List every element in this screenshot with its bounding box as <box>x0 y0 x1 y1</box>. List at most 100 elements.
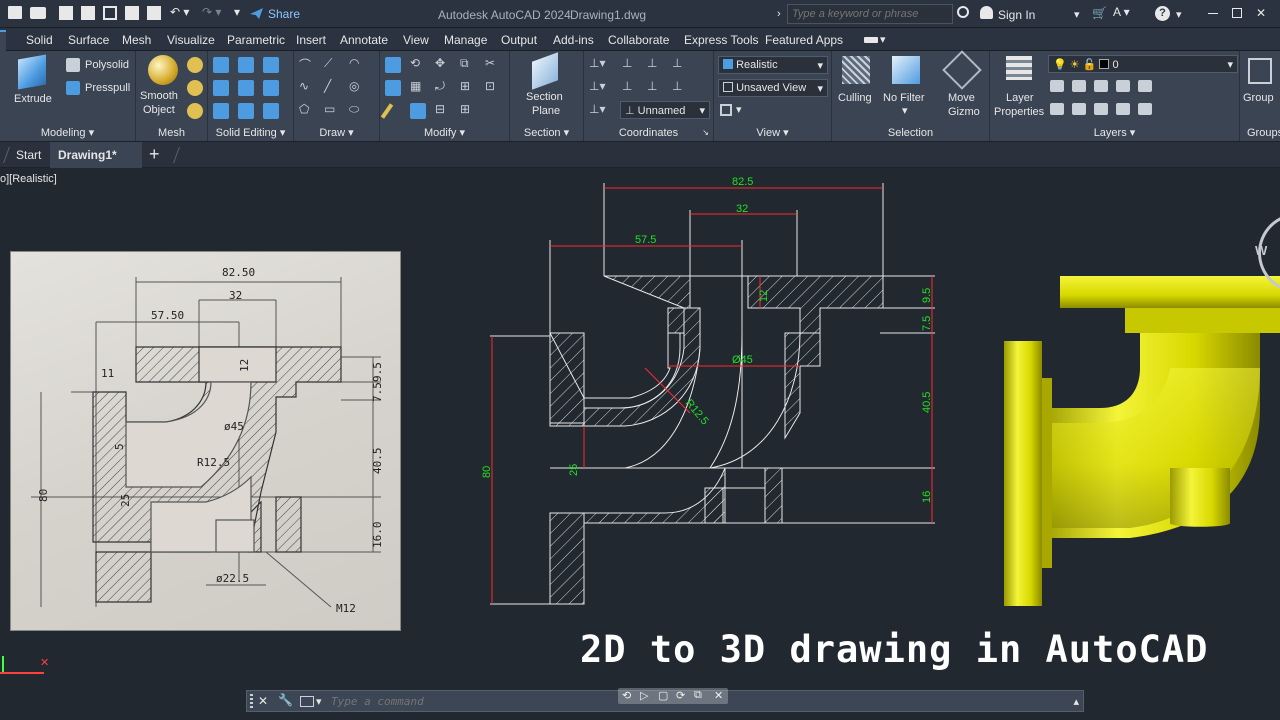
ucs-face-icon[interactable]: ⊥▾ <box>589 79 605 93</box>
mesh-crease-icon[interactable] <box>187 103 203 119</box>
arc-icon[interactable]: ◠ <box>349 56 359 70</box>
command-history-icon[interactable]: ▴ <box>1073 695 1079 708</box>
layer-dropdown[interactable]: 💡 ☀ 🔓 0 ▾ <box>1048 55 1238 73</box>
ucs-y-icon[interactable]: ⊥ <box>647 79 657 93</box>
fillet-icon[interactable]: ⤾ <box>435 79 445 94</box>
tab-parametric[interactable]: Parametric <box>227 33 285 47</box>
layer-freeze-icon[interactable] <box>1094 80 1108 92</box>
panel-layers-label[interactable]: Layers ▾ <box>990 126 1239 139</box>
save-web-icon[interactable] <box>125 6 139 20</box>
ucs-3point-icon[interactable]: ⊥▾ <box>589 102 605 116</box>
tab-annotate[interactable]: Annotate <box>340 33 388 47</box>
command-line-grip[interactable] <box>250 694 253 708</box>
ucs-x-icon[interactable]: ⊥ <box>622 79 632 93</box>
trim-icon[interactable]: ✂ <box>485 56 495 70</box>
move-3d-icon[interactable]: ✥ <box>435 56 445 70</box>
close-icon[interactable]: ✕ <box>1256 6 1266 20</box>
open-web-icon[interactable] <box>103 6 117 20</box>
culling-button[interactable]: Culling <box>836 54 878 106</box>
layer-thaw-all-icon[interactable] <box>1094 103 1108 115</box>
named-view-dropdown[interactable]: Unsaved View ▾ <box>718 79 828 97</box>
array-rect-icon[interactable]: ⊞ <box>460 102 470 116</box>
extrude-button[interactable]: Extrude <box>14 54 54 107</box>
layer-match-icon[interactable] <box>1138 80 1152 92</box>
help-dropdown-icon[interactable]: ▾ <box>1176 8 1182 21</box>
maximize-icon[interactable] <box>1232 8 1242 18</box>
panel-section-label[interactable]: Section ▾ <box>510 126 583 139</box>
plot-icon[interactable] <box>147 6 161 20</box>
drawing-area[interactable]: o][Realistic] 82.50 32 57.50 11 12 9.5 7… <box>0 168 1280 720</box>
tab-mesh[interactable]: Mesh <box>122 33 151 47</box>
panel-mesh-label[interactable]: Mesh <box>136 127 207 139</box>
mesh-refine-icon[interactable] <box>187 80 203 96</box>
tab-add-ins[interactable]: Add-ins <box>553 33 594 47</box>
viewcube-west-label[interactable]: W <box>1255 243 1267 258</box>
search-icon[interactable] <box>957 6 969 18</box>
mesh-smooth-more-icon[interactable] <box>187 57 203 73</box>
coordinates-dialog-launcher-icon[interactable]: ↘ <box>702 128 709 137</box>
tab-surface[interactable]: Surface <box>68 33 109 47</box>
tab-view[interactable]: View <box>403 33 429 47</box>
panel-solid-editing-label[interactable]: Solid Editing ▾ <box>208 126 293 139</box>
separate-icon[interactable] <box>263 103 279 119</box>
tab-featured-apps[interactable]: Featured Apps <box>765 33 843 47</box>
viewport-config-icon[interactable] <box>720 104 732 116</box>
array-icon[interactable]: ▦ <box>410 79 421 93</box>
ellipse-icon[interactable]: ⬭ <box>349 102 359 117</box>
presspull-button[interactable]: Presspull <box>85 82 130 94</box>
open-icon[interactable] <box>30 7 46 19</box>
cart-icon[interactable]: 🛒 <box>1092 6 1107 20</box>
panel-modeling-label[interactable]: Modeling ▾ <box>0 126 135 139</box>
stop-icon[interactable]: ▢ <box>658 689 668 702</box>
layer-properties-button[interactable]: Layer Properties <box>992 54 1046 118</box>
autodesk-app-icon[interactable]: A ▾ <box>1113 5 1130 19</box>
extract-edges-icon[interactable] <box>263 57 279 73</box>
tab-visualize[interactable]: Visualize <box>167 33 215 47</box>
line-icon[interactable]: ⌒ <box>299 56 311 73</box>
play-icon[interactable]: ▷ <box>640 689 648 702</box>
smooth-object-button[interactable]: Smooth Object <box>140 54 186 118</box>
tab-home[interactable] <box>0 30 6 51</box>
ucs-icon[interactable]: ⊥▾ <box>589 56 605 70</box>
offset-icon[interactable]: ⊡ <box>485 79 495 93</box>
ucs-z-icon[interactable]: ⊥ <box>672 79 682 93</box>
intersect-icon[interactable] <box>213 103 229 119</box>
rewind-icon[interactable]: ⟲ <box>622 689 631 702</box>
search-expand-icon[interactable]: › <box>777 8 781 20</box>
rotate-icon[interactable]: ⟲ <box>410 56 420 70</box>
undo-icon[interactable]: ↶ ▾ <box>170 5 189 19</box>
mirror-icon[interactable] <box>385 80 401 96</box>
extrude-faces-icon[interactable] <box>263 80 279 96</box>
customize-toolbar-icon[interactable]: ▾ <box>234 5 240 19</box>
tab-collaborate[interactable]: Collaborate <box>608 33 669 47</box>
no-filter-button[interactable]: No Filter ▾ <box>882 54 932 117</box>
polygon-icon[interactable]: ⬠ <box>299 102 309 116</box>
layer-off-icon[interactable] <box>1116 80 1130 92</box>
erase-icon[interactable] <box>380 103 394 119</box>
layer-isolate-icon[interactable] <box>1050 80 1064 92</box>
polyline-icon[interactable]: ⟋ <box>324 56 332 71</box>
command-close-icon[interactable]: ✕ <box>258 694 268 708</box>
save-as-icon[interactable] <box>81 6 95 20</box>
circle-icon[interactable]: ◎ <box>349 79 359 93</box>
panel-view-label[interactable]: View ▾ <box>714 126 831 139</box>
polysolid-button[interactable]: Polysolid <box>85 59 129 71</box>
stretch-icon[interactable] <box>410 103 426 119</box>
thicken-icon[interactable] <box>238 103 254 119</box>
scale-icon[interactable]: ⊞ <box>460 79 470 93</box>
ucs-view-icon[interactable]: ⊥ <box>672 56 682 70</box>
playback-close-icon[interactable]: ✕ <box>714 689 723 702</box>
slice-icon[interactable] <box>238 57 254 73</box>
spline-icon[interactable]: ∿ <box>299 79 309 93</box>
cad-2d-drawing[interactable]: 82.5 32 57.5 12 9.5 7.5 Ø45 R12.5 40.5 8… <box>470 168 950 618</box>
layer-unlock-icon[interactable] <box>1072 103 1086 115</box>
copy-icon[interactable]: ⧉ <box>460 56 469 71</box>
help-icon[interactable]: ? <box>1155 6 1170 21</box>
panel-modify-label[interactable]: Modify ▾ <box>380 126 509 139</box>
command-recent-chevron-icon[interactable]: ▾ <box>316 695 322 708</box>
move-icon[interactable] <box>385 57 401 73</box>
minimize-icon[interactable] <box>1208 13 1218 14</box>
align-icon[interactable]: ⊟ <box>435 102 445 116</box>
ribbon-options-icon[interactable]: ▾ <box>880 33 886 46</box>
new-tab-icon[interactable]: + <box>149 144 160 165</box>
